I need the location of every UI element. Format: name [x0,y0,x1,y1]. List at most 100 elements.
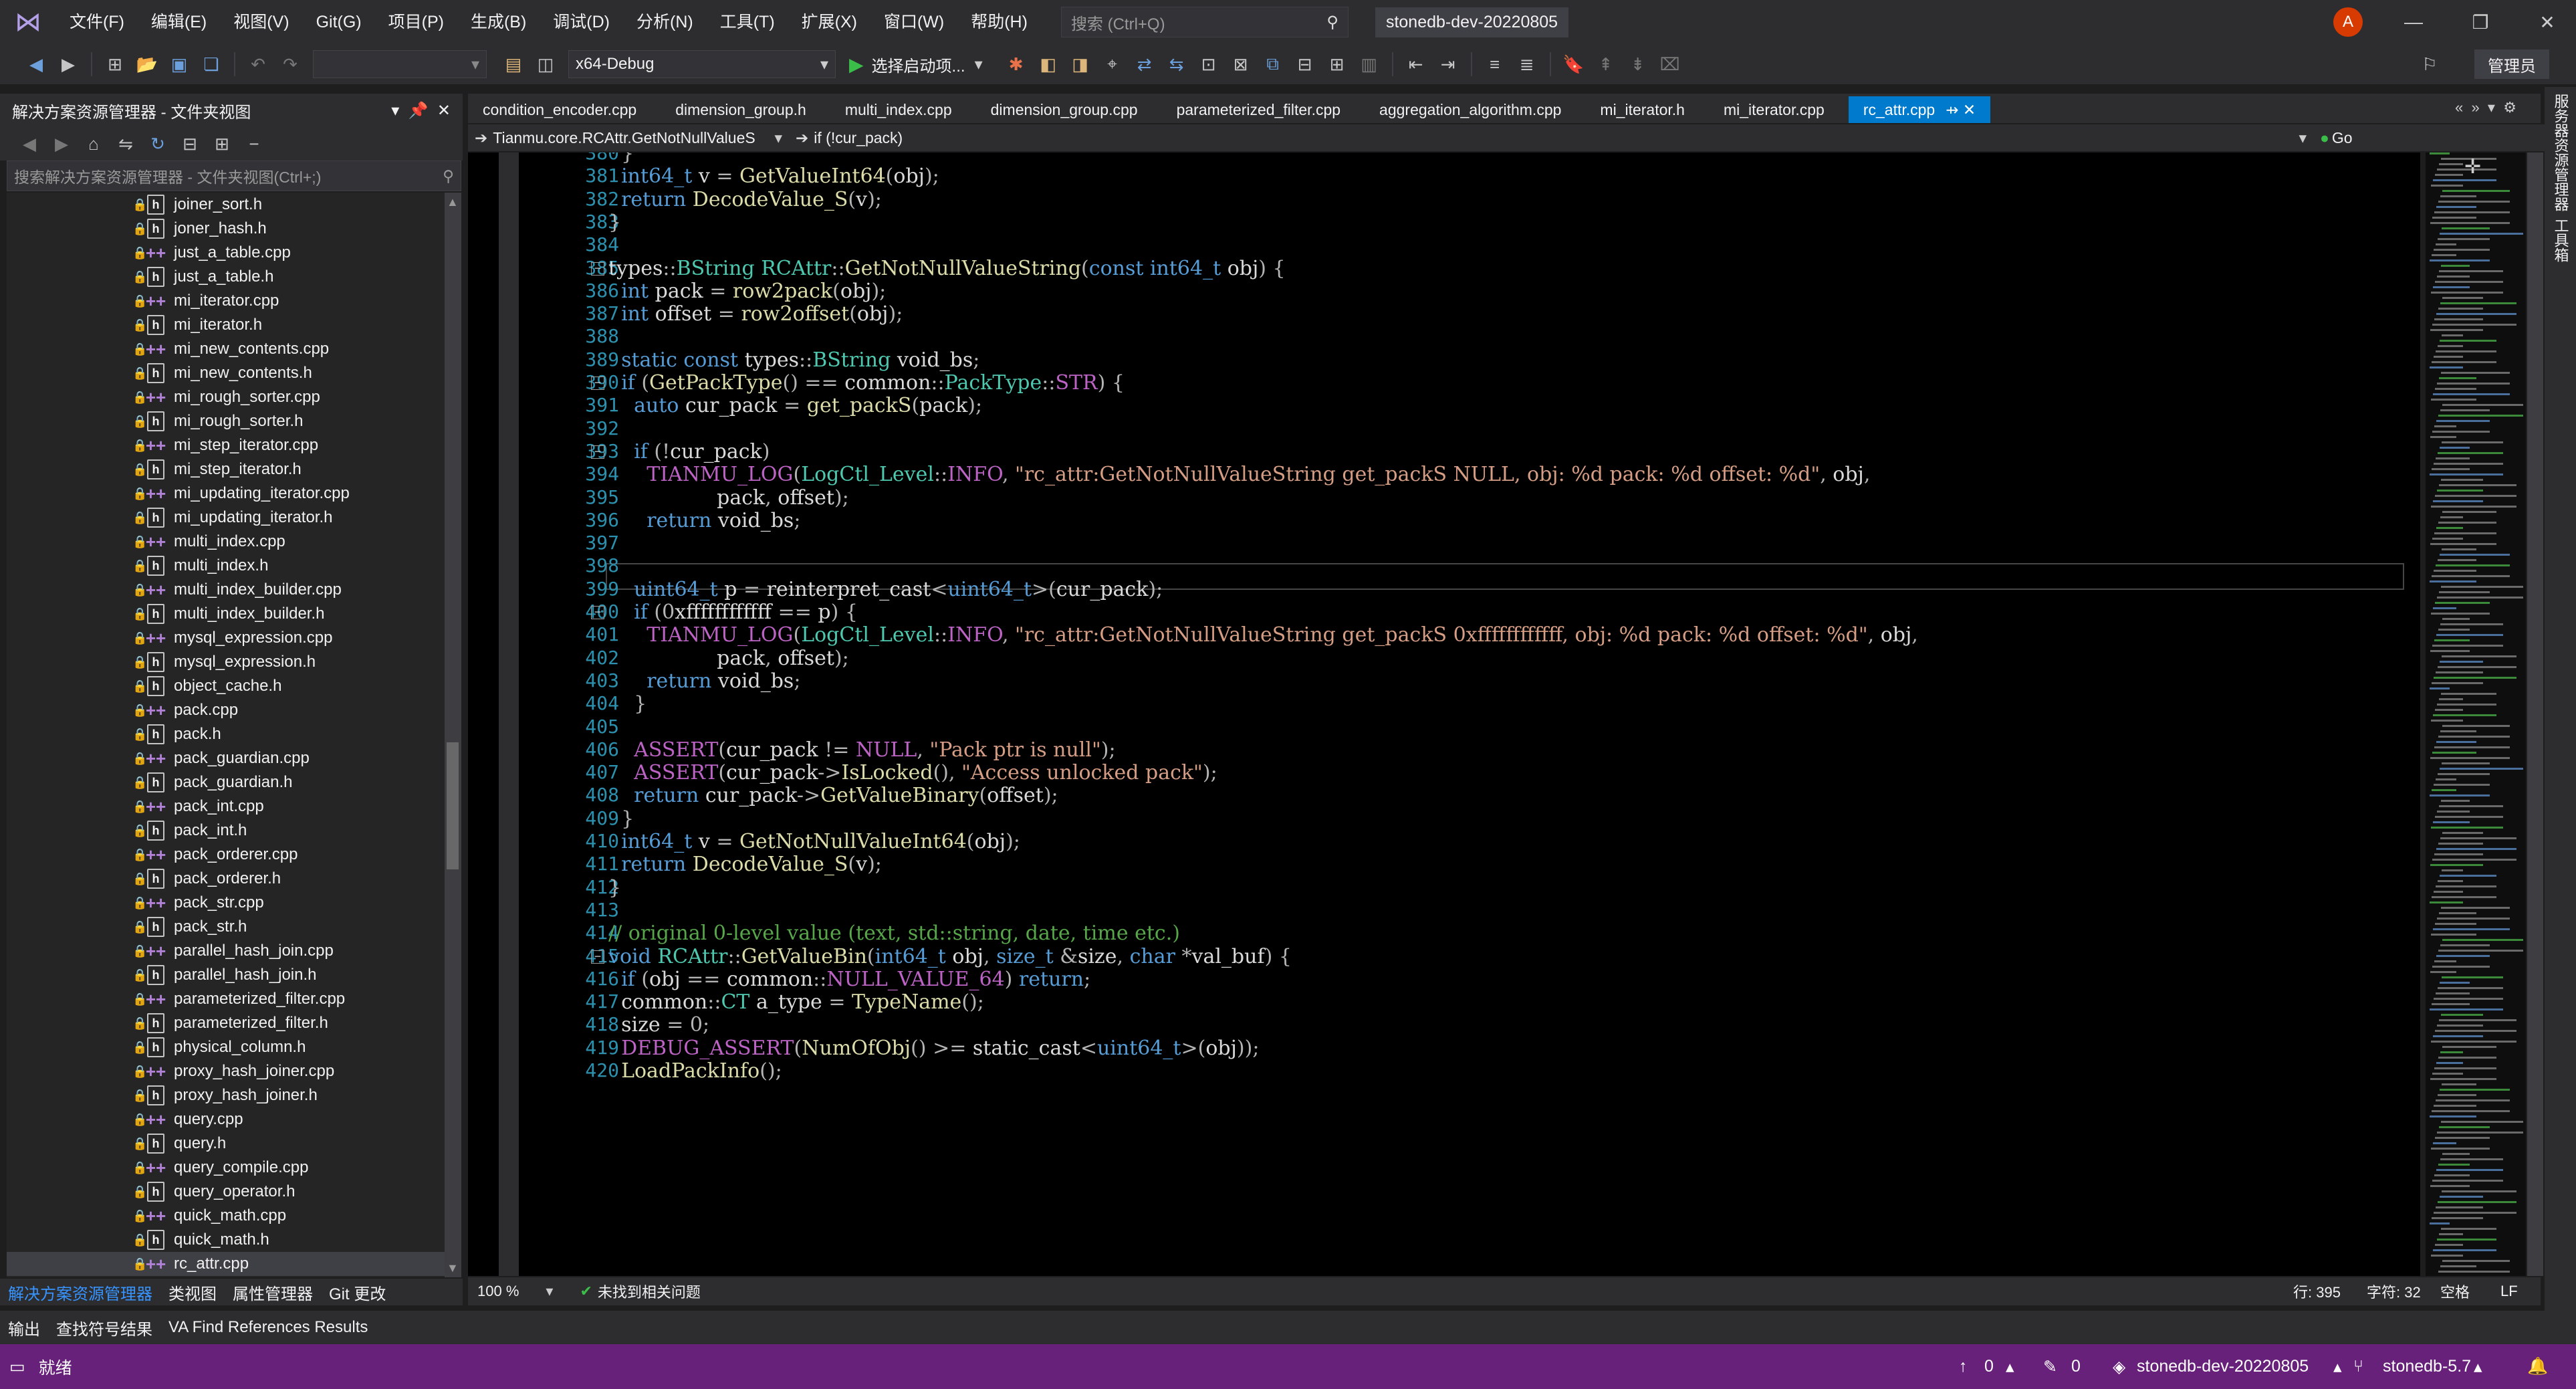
fold-toggle-icon[interactable]: − [591,445,604,459]
push-icon[interactable]: ↑ [1959,1357,1968,1376]
editor-tab[interactable]: condition_encoder.cpp [468,96,651,123]
editor-tab[interactable]: dimension_group.cpp [976,96,1153,123]
changes-count[interactable]: 0 [2071,1357,2081,1376]
code-line[interactable]: } [608,807,634,831]
editor-tab[interactable]: aggregation_algorithm.cpp [1365,96,1576,123]
file-tree-item[interactable]: 🔒 h parameterized_filter.h [7,1011,445,1035]
code-line[interactable]: int offset = row2offset(obj); [608,302,903,326]
toolbox-tab[interactable]: 工具箱 [2550,218,2571,262]
bookmark-next-icon[interactable]: ⇟ [1625,51,1651,78]
close-panel-icon[interactable]: ✕ [437,102,451,120]
switch-views-icon[interactable]: ⇋ [112,130,139,157]
comment-icon[interactable]: ≡ [1482,51,1508,78]
code-line[interactable]: TIANMU_LOG(LogCtl_Level::INFO, "rc_attr:… [608,623,1918,647]
split-editor-icon[interactable]: ✛ [2464,155,2481,179]
editor-tab[interactable]: mi_iterator.h [1585,96,1700,123]
feedback-icon[interactable]: ⚐ [2416,51,2443,78]
editor-tab[interactable]: multi_index.cpp [830,96,967,123]
fold-toggle-icon[interactable]: − [591,950,604,964]
code-line[interactable]: return void_bs; [608,669,800,693]
undo-icon[interactable]: ↶ [245,51,271,78]
editor-vertical-scrollbar[interactable] [2527,152,2543,1276]
file-tree-item[interactable]: 🔒 ++ mi_new_contents.cpp [7,337,445,361]
new-project-icon[interactable]: ⊞ [102,51,128,78]
file-tree-item[interactable]: 🔒 h query_operator.h [7,1180,445,1204]
tool-icon-12[interactable]: ▥ [1356,51,1383,78]
tool-icon-2[interactable]: ◧ [1035,51,1062,78]
code-line[interactable]: common::CT a_type = TypeName(); [608,990,984,1014]
outdent-icon[interactable]: ⇥ [1435,51,1461,78]
file-tree-item[interactable]: 🔒 ++ query.cpp [7,1107,445,1132]
editor-tab[interactable]: dimension_group.h [661,96,821,123]
file-tree-item[interactable]: 🔒 ++ pack_orderer.cpp [7,843,445,867]
file-tree-item[interactable]: 🔒 ++ quick_math.cpp [7,1204,445,1228]
code-line[interactable]: return DecodeValue_S(v); [608,188,882,211]
switch-view-icon[interactable]: ◫ [532,51,559,78]
file-tree-item[interactable]: 🔒 h query.h [7,1132,445,1156]
code-line[interactable]: void RCAttr::GetValueBin(int64_t obj, si… [608,945,1292,968]
file-tree-item[interactable]: 🔒 h joiner_sort.h [7,193,445,217]
file-tree-item[interactable]: 🔒 h quick_math.h [7,1228,445,1252]
tool-icon-7[interactable]: ⊡ [1195,51,1222,78]
code-line[interactable]: LoadPackInfo(); [608,1059,782,1083]
code-line[interactable]: int64_t v = GetValueInt64(obj); [608,165,939,188]
file-tree-item[interactable]: 🔒 ++ pack_guardian.cpp [7,746,445,770]
collapse-all-icon[interactable]: ⊟ [177,130,203,157]
code-line[interactable]: } [608,692,647,716]
code-line[interactable]: } [608,876,621,899]
line-number[interactable]: 行: 395 [2293,1281,2341,1302]
member-combo[interactable]: ➔ if (!cur_pack) ▾ [789,126,2313,150]
file-tree-item[interactable]: 🔒 h object_cache.h [7,674,445,698]
tool-icon-1[interactable]: ✱ [1003,51,1030,78]
code-line[interactable]: TIANMU_LOG(LogCtl_Level::INFO, "rc_attr:… [608,463,1870,486]
repo-name[interactable]: stonedb-5.7 [2383,1357,2471,1376]
tool-icon-6[interactable]: ⇆ [1163,51,1190,78]
code-line[interactable]: pack, offset); [608,647,849,670]
menu-item[interactable]: 工具(T) [707,0,788,44]
refresh-icon[interactable]: ↻ [144,130,171,157]
avatar[interactable]: A [2333,7,2363,37]
file-tree-item[interactable]: 🔒 h pack.h [7,722,445,746]
code-line[interactable]: // original 0-level value (text, std::st… [608,922,1180,945]
menu-item[interactable]: 文件(F) [56,0,138,44]
file-tree-item[interactable]: 🔒 h multi_index_builder.h [7,602,445,626]
pencil-icon[interactable]: ✎ [2043,1357,2057,1377]
file-tree-item[interactable]: 🔒 ++ pack.cpp [7,698,445,722]
tool-icon-10[interactable]: ⊟ [1292,51,1318,78]
code-line[interactable]: pack, offset); [608,486,849,510]
explorer-bottom-tab[interactable]: 属性管理器 [225,1281,321,1304]
file-tree-item[interactable]: 🔒 ++ mi_updating_iterator.cpp [7,482,445,506]
code-line[interactable]: if (obj == common::NULL_VALUE_64) return… [608,968,1090,991]
indent-mode[interactable]: 空格 [2440,1281,2470,1302]
tool-icon-11[interactable]: ⊞ [1324,51,1351,78]
code-line[interactable]: int64_t v = GetNotNullValueInt64(obj); [608,830,1020,853]
properties-icon[interactable]: − [241,130,267,157]
notification-bell-icon[interactable]: 🔔 [2527,1357,2548,1376]
file-tree-item[interactable]: 🔒 h pack_int.h [7,819,445,843]
file-tree-item[interactable]: 🔒 ++ just_a_table.cpp [7,241,445,265]
server-explorer-tab[interactable]: 服务器资源管理器 [2550,94,2571,211]
issues-status[interactable]: 未找到相关问题 [598,1281,701,1302]
code-line[interactable]: types::BString RCAttr::GetNotNullValueSt… [608,257,1286,280]
scope-combo[interactable]: ➔ Tianmu.core.RCAttr.GetNotNullValueS ▾ [468,126,789,150]
solution-explorer-search-input[interactable]: 搜索解决方案资源管理器 - 文件夹视图(Ctrl+;) ⚲ [7,161,461,191]
file-tree-item[interactable]: 🔒 h just_a_table.h [7,265,445,289]
code-line[interactable]: if (0xffffffffffff == p) { [608,601,858,624]
code-line[interactable]: ASSERT(cur_pack->IsLocked(), "Access unl… [608,761,1217,784]
fold-toggle-icon[interactable]: − [591,606,604,619]
push-count[interactable]: 0 [1984,1357,1994,1376]
open-folder-icon[interactable]: 📂 [134,51,160,78]
tool-icon-9[interactable]: ⧉ [1260,51,1286,78]
close-tab-icon[interactable]: ⇸ ✕ [1946,101,1976,119]
forward-icon[interactable]: ▶ [48,130,75,157]
file-tree-item[interactable]: 🔒 h mi_step_iterator.h [7,457,445,482]
code-minimap[interactable] [2426,152,2526,1276]
column-number[interactable]: 字符: 32 [2367,1281,2421,1302]
home-icon[interactable]: ⌂ [80,130,107,157]
search-input[interactable]: 搜索 (Ctrl+Q) ⚲ [1060,7,1349,37]
folder-icon[interactable]: ▤ [500,51,527,78]
menu-item[interactable]: 编辑(E) [138,0,220,44]
zoom-dropdown-icon[interactable]: ▾ [546,1283,553,1300]
bookmark-clear-icon[interactable]: ⌧ [1657,51,1683,78]
file-tree-item[interactable]: 🔒 h mi_new_contents.h [7,361,445,385]
